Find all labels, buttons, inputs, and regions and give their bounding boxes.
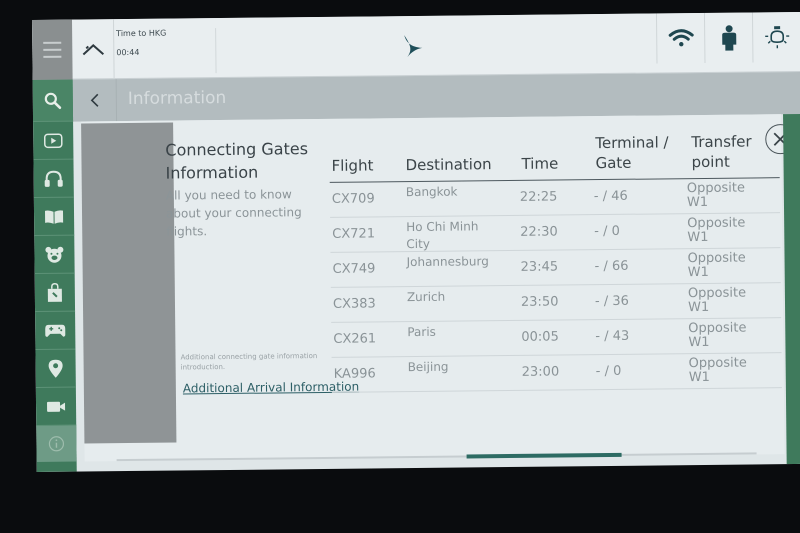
col-header-transfer-line1: Transfer: [691, 132, 752, 152]
cell-flight: CX721: [332, 226, 376, 242]
cell-flight: KA996: [333, 366, 376, 382]
cell-flight: CX749: [332, 261, 376, 277]
cell-time: 23:45: [520, 259, 559, 275]
back-button[interactable]: [72, 79, 118, 122]
info-icon: [48, 436, 65, 452]
cell-transfer-point: Opposite W1: [687, 250, 746, 281]
time-to-destination: Time to HKG 00:44: [116, 28, 217, 75]
col-header-flight: Flight: [331, 156, 374, 175]
sidebar-item-info[interactable]: [36, 425, 77, 462]
sidebar-item-video[interactable]: [35, 387, 77, 426]
menu-icon-line: [43, 55, 62, 58]
bear-icon: [45, 246, 64, 263]
book-icon: [44, 209, 64, 224]
camera-icon: [47, 401, 66, 412]
menu-icon: [43, 41, 62, 44]
chevron-left-icon: [90, 93, 98, 107]
col-header-destination: Destination: [405, 155, 492, 175]
home-button[interactable]: [71, 19, 115, 80]
cell-terminal-gate: - / 36: [594, 293, 629, 310]
menu-button[interactable]: [32, 19, 73, 80]
cell-transfer-point: Opposite W1: [687, 215, 746, 246]
wifi-icon: [668, 29, 694, 47]
cell-terminal-gate: - / 46: [593, 188, 628, 205]
connecting-gates-panel: Connecting Gates Information All you nee…: [81, 114, 796, 462]
right-edge-panel: [783, 113, 800, 465]
additional-note: Additional connecting gate information i…: [180, 352, 318, 372]
cell-destination: Ho Chi Minh City: [406, 219, 479, 252]
connecting-flights-table: Flight Destination Time Terminal / Gate …: [329, 122, 796, 393]
cell-destination: Beijing: [407, 359, 449, 375]
cell-destination: Paris: [407, 324, 436, 340]
cell-flight: CX383: [332, 296, 376, 312]
cell-transfer-point: Opposite W1: [686, 180, 746, 211]
sidebar-item-music[interactable]: [33, 159, 74, 198]
play-icon: [43, 132, 63, 148]
table-row: CX721 Ho Chi Minh City 22:30 - / 0 Opposite …: [330, 213, 781, 253]
reading-light-icon: [764, 26, 789, 49]
sidebar-item-movies[interactable]: [33, 121, 74, 160]
col-header-terminal-gate: Terminal / Gate: [595, 132, 669, 173]
sidebar-item-kids[interactable]: [34, 235, 75, 274]
table-body: CX709 Bangkok 22:25 - / 46 Opposite W1 CX721 H…: [329, 178, 782, 393]
sidebar-item-games[interactable]: [35, 311, 76, 350]
intro-section: Connecting Gates Information All you nee…: [165, 137, 326, 241]
col-header-transfer-point: Transfer point: [691, 131, 752, 172]
table-row: CX749 Johannesburg 23:45 - / 66 Opposite W1: [330, 248, 781, 288]
cell-flight: CX261: [333, 331, 377, 347]
scrollbar-thumb[interactable]: [466, 452, 622, 459]
top-bar: Time to HKG 00:44: [32, 11, 800, 80]
cell-time: 22:30: [520, 224, 558, 240]
image-placeholder: [81, 122, 177, 444]
home-icon: [82, 44, 104, 56]
col-header-gate-line1: Terminal /: [595, 133, 669, 153]
attendant-call-icon: [721, 25, 736, 51]
top-icons: [655, 11, 800, 64]
reading-light-button[interactable]: [751, 11, 800, 63]
cell-destination: Zurich: [406, 289, 446, 305]
menu-icon-line: [43, 48, 62, 51]
sidebar-item-search[interactable]: [32, 79, 74, 122]
search-icon: [44, 92, 62, 109]
cell-time: 00:05: [521, 329, 559, 345]
attendant-call-button[interactable]: [703, 12, 753, 63]
cell-time: 23:00: [521, 364, 560, 380]
shopping-bag-icon: [47, 282, 62, 302]
cell-destination: Johannesburg: [406, 254, 489, 270]
table-row: CX709 Bangkok 22:25 - / 46 Opposite W1: [329, 178, 781, 218]
wifi-button[interactable]: [655, 12, 705, 64]
section-title: Connecting Gates Information: [165, 139, 309, 183]
cell-destination: Bangkok: [405, 184, 458, 200]
table-row: CX261 Paris 00:05 - / 43 Opposite W1: [331, 318, 782, 358]
col-header-gate-line2: Gate: [595, 153, 632, 173]
cell-terminal-gate: - / 0: [595, 363, 622, 380]
sidebar-item-map[interactable]: [35, 349, 76, 388]
gamepad-icon: [45, 324, 66, 337]
time-to-label: Time to HKG: [116, 28, 167, 39]
cell-terminal-gate: - / 0: [594, 223, 620, 240]
col-header-time: Time: [521, 154, 559, 173]
sidebar-item-reading[interactable]: [33, 197, 75, 236]
airline-logo: [402, 34, 424, 62]
section-description: All you need to know about your connecti…: [165, 187, 302, 239]
cell-time: 22:25: [519, 189, 558, 205]
col-header-transfer-line2: point: [691, 152, 730, 172]
table-header: Flight Destination Time Terminal / Gate …: [329, 122, 780, 183]
cell-time: 23:50: [520, 294, 559, 310]
cell-transfer-point: Opposite W1: [688, 320, 747, 351]
table-row: KA996 Beijing 23:00 - / 0 Opposite W1: [331, 353, 782, 393]
time-to-value: 00:44: [116, 47, 140, 58]
sidebar-item-shopping[interactable]: [34, 273, 76, 312]
cell-terminal-gate: - / 66: [594, 258, 629, 275]
sidebar: [32, 79, 77, 472]
table-row: CX383 Zurich 23:50 - / 36 Opposite W1: [330, 283, 782, 323]
cell-terminal-gate: - / 43: [595, 328, 630, 345]
headphones-icon: [44, 170, 63, 187]
cell-transfer-point: Opposite W1: [688, 355, 747, 386]
cell-flight: CX709: [331, 191, 375, 207]
cell-transfer-point: Opposite W1: [687, 285, 747, 316]
location-pin-icon: [48, 359, 63, 378]
ife-screen: Time to HKG 00:44 Information Connecting…: [32, 11, 800, 472]
page-title: Information: [127, 87, 227, 110]
